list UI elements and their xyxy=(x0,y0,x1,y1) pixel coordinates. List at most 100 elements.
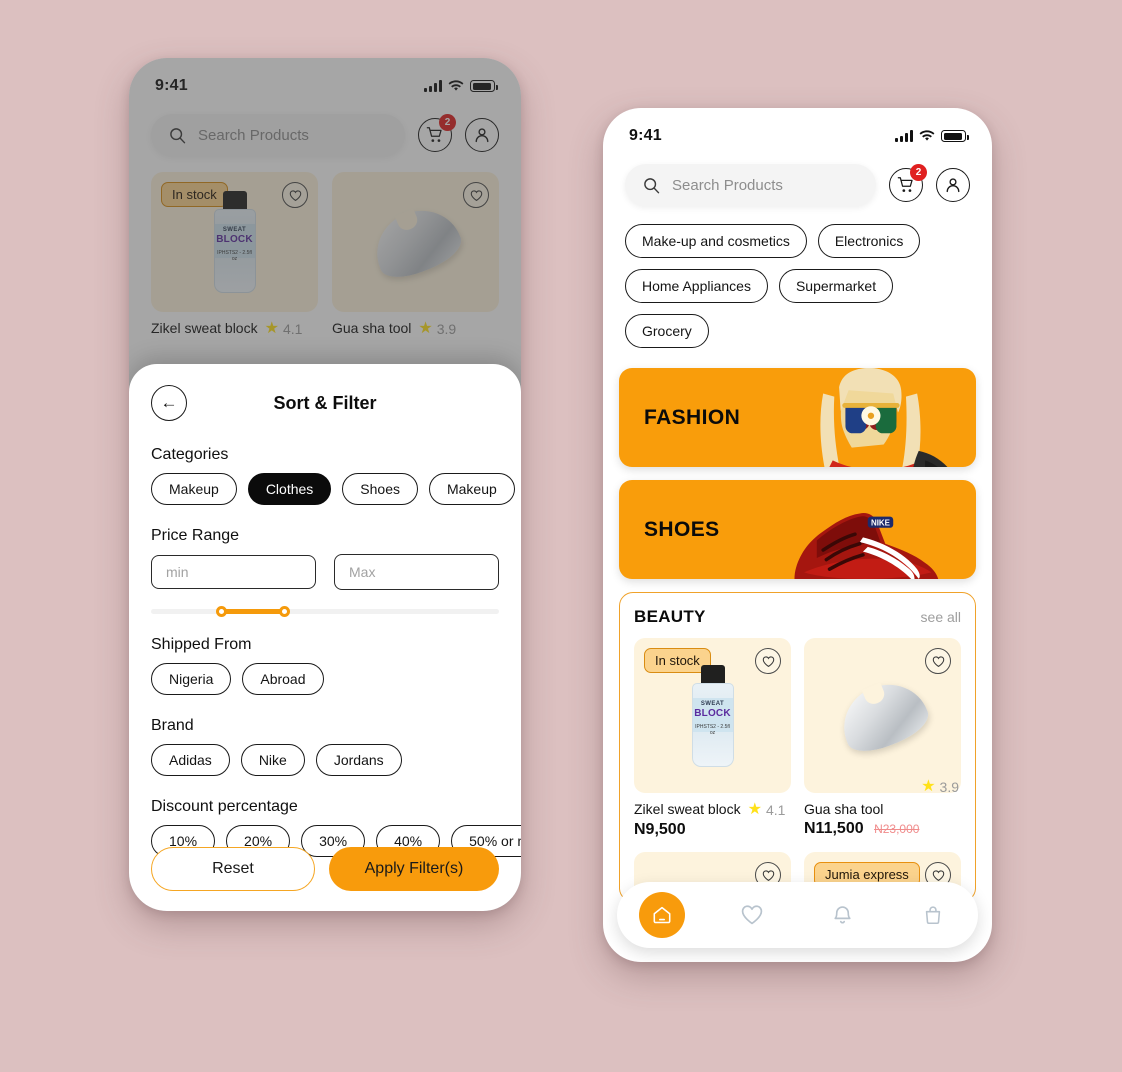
chip-nike[interactable]: Nike xyxy=(240,744,305,776)
product-card[interactable]: In stock SWEATBLOCKIPHSTS2 - 2.5fl oz xyxy=(151,172,318,337)
product-name: Gua sha tool xyxy=(804,801,884,817)
status-time: 9:41 xyxy=(155,77,188,94)
section-label-price-range: Price Range xyxy=(151,527,240,544)
price-range-slider[interactable] xyxy=(151,606,499,617)
bell-icon xyxy=(834,905,851,923)
product-meta: Zikel sweat block ★ 4.1 xyxy=(151,312,318,337)
heart-icon xyxy=(742,905,763,925)
bag-icon xyxy=(925,906,941,925)
status-icons xyxy=(424,80,498,92)
slider-knob-min[interactable] xyxy=(216,606,227,617)
rating-value: 4.1 xyxy=(765,802,786,818)
product-image xyxy=(332,172,499,312)
search-input[interactable]: Search Products xyxy=(151,114,405,156)
nav-bag[interactable] xyxy=(910,892,956,938)
category-chip-supermarket[interactable]: Supermarket xyxy=(778,269,894,303)
product-grid-left: In stock SWEATBLOCKIPHSTS2 - 2.5fl oz xyxy=(129,156,521,337)
product-image xyxy=(804,638,961,793)
product-meta: Gua sha tool ★ 3.9 N11,500 N23,000 xyxy=(804,779,961,838)
price-current: N11,500 xyxy=(804,820,864,837)
woman-sunglasses-photo xyxy=(820,368,948,467)
battery-icon xyxy=(941,130,969,142)
account-button[interactable] xyxy=(465,118,499,152)
nav-wishlist[interactable] xyxy=(729,892,775,938)
wifi-icon xyxy=(448,80,464,91)
product-card[interactable]: Gua sha tool ★ 3.9 xyxy=(332,172,499,337)
search-row-right: Search Products 2 xyxy=(603,154,992,206)
category-chip-home-appliances[interactable]: Home Appliances xyxy=(625,269,768,303)
user-icon xyxy=(475,128,489,143)
status-bar-right: 9:41 xyxy=(603,108,992,154)
section-label-categories: Categories xyxy=(151,446,229,463)
slider-track xyxy=(151,609,499,614)
chip-abroad[interactable]: Abroad xyxy=(242,663,324,695)
banner-title: FASHION xyxy=(644,405,741,429)
chip-makeup-1[interactable]: Makeup xyxy=(151,473,237,505)
price-max-input[interactable]: Max xyxy=(334,554,499,590)
star-icon: ★ xyxy=(747,801,762,818)
account-button[interactable] xyxy=(936,168,970,202)
product-image: In stock SWEAT BLOCK IPHSTS2 - 2.5fl oz xyxy=(151,172,318,312)
category-chip-group: Make-up and cosmetics Electronics Home A… xyxy=(603,206,992,348)
heart-icon xyxy=(932,869,944,881)
heart-icon xyxy=(470,189,482,201)
product-rating: ★ 3.9 xyxy=(921,779,959,796)
sort-filter-sheet: ← Sort & Filter Categories Makeup Clothe… xyxy=(129,364,521,911)
slider-knob-max[interactable] xyxy=(279,606,290,617)
chip-adidas[interactable]: Adidas xyxy=(151,744,230,776)
cart-button[interactable]: 2 xyxy=(418,114,456,152)
product-card[interactable]: In stock SWEATBLOCKIPHSTS2 - 2.5fl oz xyxy=(634,638,791,839)
heart-icon xyxy=(289,189,301,201)
chip-shoes[interactable]: Shoes xyxy=(342,473,418,505)
chip-jordans[interactable]: Jordans xyxy=(315,744,402,776)
nav-notifications[interactable] xyxy=(820,892,866,938)
shipped-from-chip-group: Nigeria Abroad xyxy=(151,663,499,695)
banner-title: SHOES xyxy=(644,517,720,541)
beauty-section: BEAUTY see all In stock SWEAT BLOCK IPHS… xyxy=(619,592,976,902)
beauty-header: BEAUTY see all xyxy=(634,607,961,627)
reset-button[interactable]: Reset xyxy=(151,847,315,891)
rating-value: 3.9 xyxy=(939,779,959,795)
rating-value: 4.1 xyxy=(282,321,303,337)
cart-badge: 2 xyxy=(439,114,456,131)
product-meta: Gua sha tool ★ 3.9 xyxy=(332,312,499,337)
chip-clothes[interactable]: Clothes xyxy=(247,473,332,505)
search-placeholder: Search Products xyxy=(198,126,309,144)
star-icon: ★ xyxy=(418,320,433,337)
favorite-button[interactable] xyxy=(463,182,489,208)
price-min-input[interactable]: min xyxy=(151,555,316,589)
favorite-button[interactable] xyxy=(925,648,951,674)
chip-nigeria[interactable]: Nigeria xyxy=(151,663,232,695)
cellular-bars-icon xyxy=(424,80,442,92)
search-icon xyxy=(644,177,660,193)
status-bar-left: 9:41 xyxy=(129,58,521,104)
gua-sha-stone-art xyxy=(831,671,934,760)
home-icon xyxy=(653,906,671,924)
category-chip-grocery[interactable]: Grocery xyxy=(625,314,709,348)
heart-icon xyxy=(762,655,774,667)
favorite-button[interactable] xyxy=(282,182,308,208)
price-current: N9,500 xyxy=(634,821,686,838)
favorite-button[interactable] xyxy=(755,648,781,674)
banner-fashion[interactable]: FASHION xyxy=(619,368,976,467)
star-icon: ★ xyxy=(264,320,279,337)
product-card[interactable]: Gua sha tool ★ 3.9 N11,500 N23,000 xyxy=(804,638,961,839)
section-title: BEAUTY xyxy=(634,607,706,626)
nav-home[interactable] xyxy=(639,892,686,938)
section-label-brand: Brand xyxy=(151,717,194,734)
see-all-link[interactable]: see all xyxy=(921,609,961,625)
rating-value: 3.9 xyxy=(436,321,457,337)
banner-shoes[interactable]: SHOES NIKE xyxy=(619,480,976,579)
chip-makeup-2[interactable]: Makeup xyxy=(428,473,515,505)
cellular-bars-icon xyxy=(895,130,913,142)
cart-button[interactable]: 2 xyxy=(889,164,927,202)
banner-list: FASHION SHOES NIKE xyxy=(603,348,992,579)
apply-filters-button[interactable]: Apply Filter(s) xyxy=(328,847,499,891)
search-input[interactable]: Search Products xyxy=(625,164,876,206)
status-icons xyxy=(895,130,969,142)
product-name: Zikel sweat block xyxy=(151,320,258,336)
sheet-footer: Reset Apply Filter(s) xyxy=(151,847,499,891)
category-chip-makeup-cosmetics[interactable]: Make-up and cosmetics xyxy=(625,224,807,258)
product-price: N9,500 xyxy=(634,821,791,839)
category-chip-electronics[interactable]: Electronics xyxy=(817,224,921,258)
